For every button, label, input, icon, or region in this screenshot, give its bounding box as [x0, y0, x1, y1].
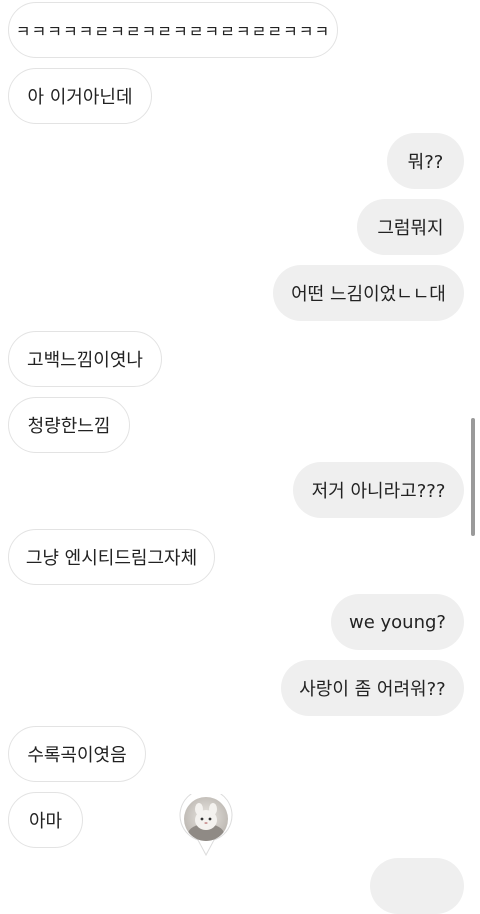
message-received[interactable]: 그냥 엔시티드림그자체 [8, 529, 215, 585]
message-sent[interactable]: 저거 아니라고??? [293, 462, 464, 518]
message-received[interactable]: 청량한느낌 [8, 397, 130, 453]
message-text: 수록곡이엿음 [27, 745, 127, 766]
message-text: 아 이거아닌데 [27, 87, 133, 108]
message-received[interactable]: 수록곡이엿음 [8, 726, 146, 782]
message-sent[interactable]: we young? [331, 594, 464, 650]
message-text: we young? [349, 611, 446, 633]
message-received[interactable]: ㅋㅋㅋㅋㅋㄹㅋㄹㅋㄹㅋㄹㅋㄹㅋㄹㄹㅋㅋㅋ [8, 2, 338, 58]
message-sent-partial[interactable] [370, 858, 464, 914]
message-sent[interactable]: 뭐?? [387, 133, 464, 189]
message-text: 저거 아니라고??? [311, 481, 446, 502]
message-text: 아마 [28, 811, 63, 832]
message-text: 그럼뭐지 [377, 218, 444, 239]
message-text: 사랑이 좀 어려워?? [299, 679, 446, 700]
profile-avatar-icon[interactable] [179, 788, 233, 857]
message-sent[interactable]: 사랑이 좀 어려워?? [281, 660, 464, 716]
message-text: 고백느낌이엿나 [27, 350, 143, 371]
message-received[interactable]: 아마 [8, 792, 83, 848]
scrollbar[interactable] [471, 418, 475, 536]
message-sent[interactable]: 어떤 느김이었ㄴㄴ대 [273, 265, 464, 321]
message-text: ㅋㅋㅋㅋㅋㄹㅋㄹㅋㄹㅋㄹㅋㄹㅋㄹㄹㅋㅋㅋ [15, 22, 331, 41]
message-text: 청량한느낌 [27, 416, 111, 437]
message-text: 뭐?? [407, 152, 444, 173]
message-text: 어떤 느김이었ㄴㄴ대 [291, 284, 446, 305]
message-received[interactable]: 아 이거아닌데 [8, 68, 152, 124]
message-text: 그냥 엔시티드림그자체 [25, 548, 198, 569]
message-sent[interactable]: 그럼뭐지 [357, 199, 464, 255]
message-received[interactable]: 고백느낌이엿나 [8, 331, 162, 387]
